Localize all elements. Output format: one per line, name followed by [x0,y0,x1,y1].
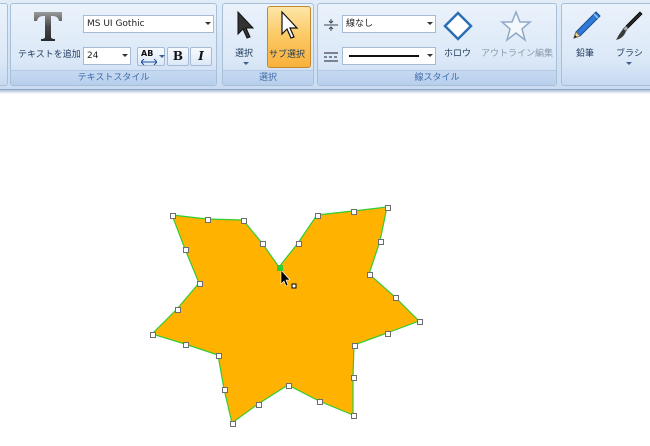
char-spacing-button[interactable]: AB [137,47,165,66]
font-name-value: MS UI Gothic [87,19,145,29]
drawing-canvas[interactable] [0,94,650,446]
chevron-down-icon [159,55,165,58]
spacing-arrows-icon [141,59,157,65]
vertex-handle[interactable] [367,272,373,278]
vertex-handle[interactable] [170,213,176,219]
vertex-handle[interactable] [183,342,189,348]
vertex-handle[interactable] [286,383,292,389]
outline-edit-label: アウトライン編集 [481,49,554,59]
pencil-icon [573,11,601,39]
vertex-handle[interactable] [385,205,391,211]
pencil-label: 鉛筆 [576,49,595,59]
vertex-handle[interactable] [175,307,181,313]
vertex-handle[interactable] [241,218,247,224]
hollow-label: ホロウ [444,49,472,59]
vertex-handle[interactable] [351,413,357,419]
vertex-handle[interactable] [183,247,189,253]
ribbon: テキストを追加 MS UI Gothic 24 AB B I テキストスタイル [0,0,650,90]
ribbon-group-tools: 鉛筆 ブラシ [561,3,650,86]
brush-icon [616,11,643,40]
group-caption-text-style: テキストスタイル [11,70,216,85]
font-name-combo[interactable]: MS UI Gothic [83,15,214,33]
vertex-handle[interactable] [260,241,266,247]
cursor-arrow-icon [237,10,255,39]
chevron-down-icon[interactable] [205,22,211,25]
cursor-box [291,283,297,289]
vertex-handle[interactable] [315,213,321,219]
line-type-value: 線なし [346,19,374,29]
outline-edit-button[interactable]: アウトライン編集 [478,6,554,68]
line-pattern-combo[interactable] [342,47,436,65]
ribbon-group-text-style: テキストを追加 MS UI Gothic 24 AB B I テキストスタイル [10,3,217,86]
chevron-down-icon[interactable] [427,54,433,57]
chevron-down-icon[interactable] [427,22,433,25]
group-caption-select: 選択 [223,70,313,85]
brush-label: ブラシ [616,49,643,59]
ribbon-group-line-style: 線なし ホロウ アウトライン編集 線スタイル [317,3,557,86]
vertex-handle[interactable] [378,239,384,245]
hollow-button[interactable]: ホロウ [440,6,476,68]
vertex-handle[interactable] [417,319,423,325]
vertex-handle[interactable] [317,399,323,405]
vertex-handle[interactable] [393,295,399,301]
chevron-down-icon[interactable] [122,54,128,57]
line-dash-icon [324,52,338,62]
brush-button[interactable]: ブラシ [608,6,648,68]
line-weight-icon [324,19,338,31]
vertex-handle[interactable] [150,332,156,338]
add-text-button[interactable]: テキストを追加 [13,6,83,68]
solid-line-preview [349,55,419,57]
text-t-icon [34,12,62,41]
select-label: 選択 [235,49,254,59]
vertex-handle[interactable] [222,387,228,393]
sub-select-button[interactable]: サブ選択 [267,6,311,68]
italic-label: I [198,49,204,63]
pencil-button[interactable]: 鉛筆 [566,6,606,68]
font-size-value: 24 [87,51,99,61]
vertex-handle[interactable] [256,402,262,408]
ribbon-group-select: 選択 サブ選択 選択 [222,3,314,86]
vertex-handle[interactable] [230,421,236,427]
vertex-handle[interactable] [296,241,302,247]
select-button[interactable]: 選択 [227,6,263,68]
star-outline-icon [500,10,532,42]
star-shape-svg[interactable] [0,94,650,446]
line-type-combo[interactable]: 線なし [342,15,436,33]
vertex-handle[interactable] [351,375,357,381]
group-caption-line-style: 線スタイル [318,70,556,85]
vertex-handle[interactable] [216,353,222,359]
ribbon-group-edge [0,3,8,86]
italic-button[interactable]: I [190,47,212,66]
bold-label: B [172,49,184,63]
add-text-label: テキストを追加 [18,50,81,60]
bold-button[interactable]: B [167,47,189,66]
chevron-down-icon [626,62,632,65]
font-size-combo[interactable]: 24 [83,47,131,65]
vertex-handle[interactable] [351,209,357,215]
vertex-handle[interactable] [352,343,358,349]
vertex-handle[interactable] [197,281,203,287]
chevron-down-icon [243,62,249,65]
sub-select-label: サブ選択 [269,50,306,60]
sub-select-arrow-icon [281,10,299,39]
vertex-handle[interactable] [385,331,391,337]
diamond-icon [443,11,473,41]
selected-vertex-handle[interactable] [277,265,283,271]
vertex-handle[interactable] [205,217,211,223]
